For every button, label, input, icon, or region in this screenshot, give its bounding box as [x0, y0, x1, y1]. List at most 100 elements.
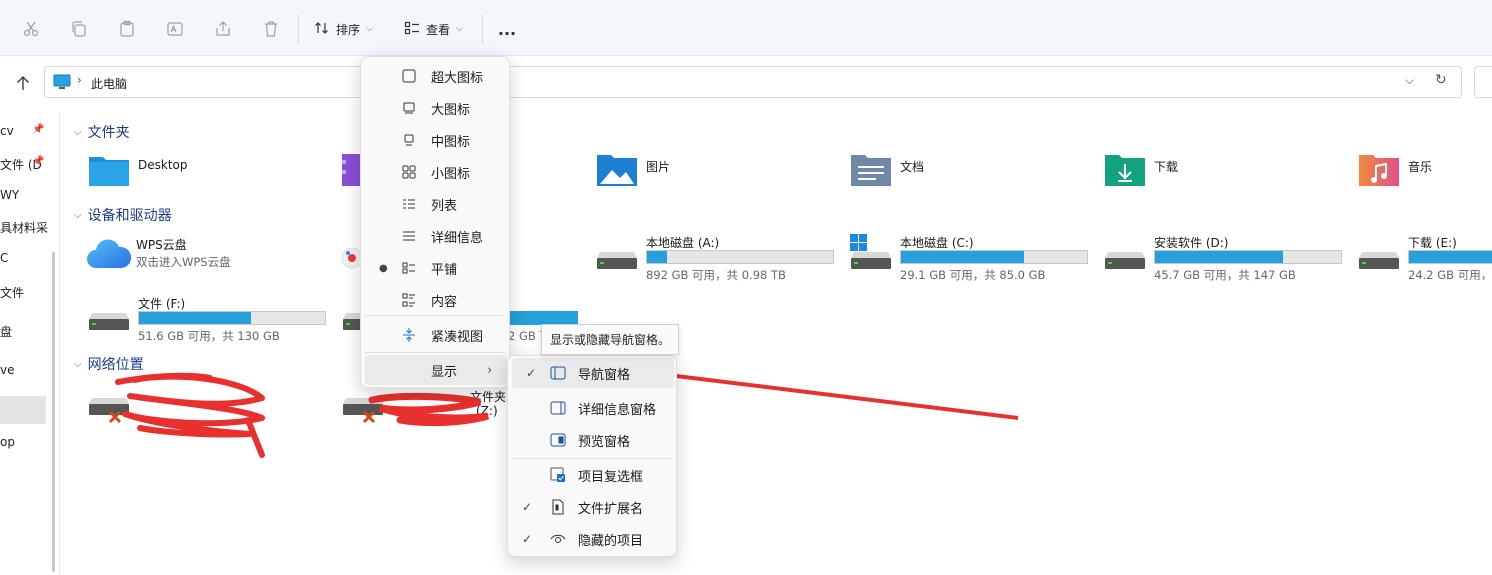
more-options-button[interactable]: ... [492, 14, 522, 44]
sort-icon [314, 20, 330, 39]
menu-item-tiles[interactable]: ● 平铺 [361, 253, 509, 283]
nav-item[interactable]: WY [0, 188, 19, 202]
drive-label: 本地磁盘 (A:) [646, 236, 720, 250]
network-drive-letter: (Z:) [476, 404, 498, 418]
drive-label: 文件 (F:) [138, 297, 186, 311]
section-header-devices[interactable]: ⌵ 设备和驱动器 [74, 205, 172, 225]
section-header-network[interactable]: ⌵ 网络位置 [74, 354, 144, 374]
network-drive-1[interactable] [88, 392, 288, 432]
section-title: 网络位置 [87, 357, 144, 373]
pictures-folder-icon [597, 155, 637, 186]
chevron-down-icon: ⌵ [74, 358, 82, 370]
drive-usage-fill [139, 312, 251, 324]
drive-f[interactable]: 文件 (F:) 51.6 GB 可用，共 130 GB [88, 295, 328, 343]
address-bar[interactable]: › 此电脑 ⌵ ↻ [44, 66, 1462, 98]
eye-icon [550, 531, 566, 547]
file-extension-icon [550, 499, 566, 515]
copy-icon[interactable] [64, 14, 94, 44]
nav-item[interactable]: 具材料采 [0, 219, 48, 236]
up-arrow-icon[interactable] [12, 72, 34, 94]
windows-drive-icon [850, 234, 891, 269]
nav-item[interactable]: cv [0, 124, 14, 138]
sort-menu-button[interactable]: 排序 ⌵ [314, 14, 373, 44]
drive-subtitle: 双击进入WPS云盘 [136, 255, 231, 269]
menu-item-navigation-pane[interactable]: ✓ 导航窗格 [512, 358, 674, 388]
folder-pictures[interactable]: 图片 [596, 152, 670, 188]
nav-item[interactable]: 盘 [0, 323, 12, 340]
section-header-folders[interactable]: ⌵ 文件夹 [74, 122, 130, 142]
cut-icon[interactable] [16, 14, 46, 44]
section-title: 文件夹 [87, 125, 130, 141]
selected-bullet-icon: ● [379, 262, 388, 274]
drive-usage-fill [1409, 251, 1492, 263]
view-label: 查看 [426, 22, 451, 37]
menu-item-extra-large-icons[interactable]: 超大图标 [361, 61, 509, 91]
rename-icon[interactable] [160, 14, 190, 44]
nav-item[interactable]: ve [0, 363, 14, 377]
menu-item-item-checkboxes[interactable]: 项目复选框 [508, 460, 676, 490]
hard-drive-icon [1105, 252, 1145, 269]
breadcrumb-this-pc[interactable]: 此电脑 [91, 75, 127, 92]
pin-icon: 📌 [32, 124, 45, 135]
menu-item-details[interactable]: 详细信息 [361, 221, 509, 251]
folder-documents[interactable]: 文档 [850, 152, 924, 188]
wps-cloud-drive[interactable]: WPS云盘 双击进入WPS云盘 [86, 236, 326, 280]
drive-space-info: 51.6 GB 可用，共 130 GB [138, 329, 280, 343]
menu-item-content[interactable]: 内容 [361, 285, 509, 315]
check-icon: ✓ [526, 366, 537, 380]
extra-large-icons-icon [401, 68, 417, 84]
downloads-folder-icon [1105, 155, 1145, 186]
drive-a[interactable]: 本地磁盘 (A:) 892 GB 可用，共 0.98 TB [596, 234, 836, 282]
compact-view-icon [401, 327, 417, 343]
menu-divider [365, 352, 505, 353]
nav-item[interactable]: 文件 [0, 284, 24, 301]
folder-videos[interactable] [342, 152, 360, 188]
drive-space-info: 29.1 GB 可用，共 85.0 GB [900, 268, 1046, 282]
folder-desktop[interactable]: Desktop [88, 152, 188, 188]
history-dropdown-icon[interactable]: ⌵ [1405, 73, 1414, 88]
menu-item-large-icons[interactable]: 大图标 [361, 93, 509, 123]
tooltip: 显示或隐藏导航窗格。 [541, 324, 680, 355]
menu-item-hidden-items[interactable]: ✓ 隐藏的项目 [508, 524, 676, 554]
folder-music[interactable]: 音乐 [1358, 152, 1432, 188]
hard-drive-icon [597, 252, 637, 269]
menu-item-medium-icons[interactable]: 中图标 [361, 125, 509, 155]
drive-usage-fill [1155, 251, 1284, 263]
menu-item-show[interactable]: 显示 › [365, 355, 507, 385]
this-pc-icon [53, 74, 71, 93]
list-view-icon [401, 196, 417, 212]
menu-item-list[interactable]: 列表 [361, 189, 509, 219]
folder-downloads[interactable]: 下载 [1104, 152, 1178, 188]
drive-space-info: 45.7 GB 可用，共 147 GB [1154, 268, 1296, 282]
menu-item-preview-pane[interactable]: 预览窗格 [508, 425, 676, 455]
menu-item-details-pane[interactable]: 详细信息窗格 [508, 393, 676, 423]
share-icon[interactable] [208, 14, 238, 44]
chevron-down-icon: ⌵ [456, 24, 463, 34]
medium-icons-icon [401, 132, 417, 148]
check-icon: ✓ [522, 532, 533, 546]
nav-item[interactable]: op [0, 435, 15, 449]
desktop-folder-icon [89, 157, 129, 186]
search-input[interactable] [1474, 66, 1492, 98]
nav-item-selected[interactable] [0, 396, 46, 424]
nav-item[interactable]: C [0, 251, 8, 265]
section-title: 设备和驱动器 [87, 208, 172, 224]
toolbar-divider [298, 14, 299, 44]
paste-icon[interactable] [112, 14, 142, 44]
menu-item-small-icons[interactable]: 小图标 [361, 157, 509, 187]
menu-item-compact-view[interactable]: 紧凑视图 [361, 320, 509, 350]
drive-d[interactable]: 安装软件 (D:) 45.7 GB 可用，共 147 GB [1104, 234, 1344, 282]
drive-label: 下载 (E:) [1408, 236, 1457, 250]
drive-e[interactable]: 下载 (E:) 24.2 GB 可用，共 [1358, 234, 1492, 280]
delete-icon[interactable] [256, 14, 286, 44]
network-drive-disconnected-icon [89, 398, 129, 424]
network-drive-2[interactable]: 文件夹 (Z:) [342, 390, 522, 432]
view-menu-button[interactable]: 查看 ⌵ [404, 14, 463, 44]
music-folder-icon [1359, 155, 1399, 186]
refresh-icon[interactable]: ↻ [1435, 72, 1447, 88]
hard-drive-icon [89, 313, 129, 330]
app-drive-icon [341, 247, 363, 269]
drive-c[interactable]: 本地磁盘 (C:) 29.1 GB 可用，共 85.0 GB [850, 234, 1090, 282]
nav-scrollbar[interactable] [52, 252, 55, 572]
menu-item-file-extensions[interactable]: ✓ 文件扩展名 [508, 492, 676, 522]
